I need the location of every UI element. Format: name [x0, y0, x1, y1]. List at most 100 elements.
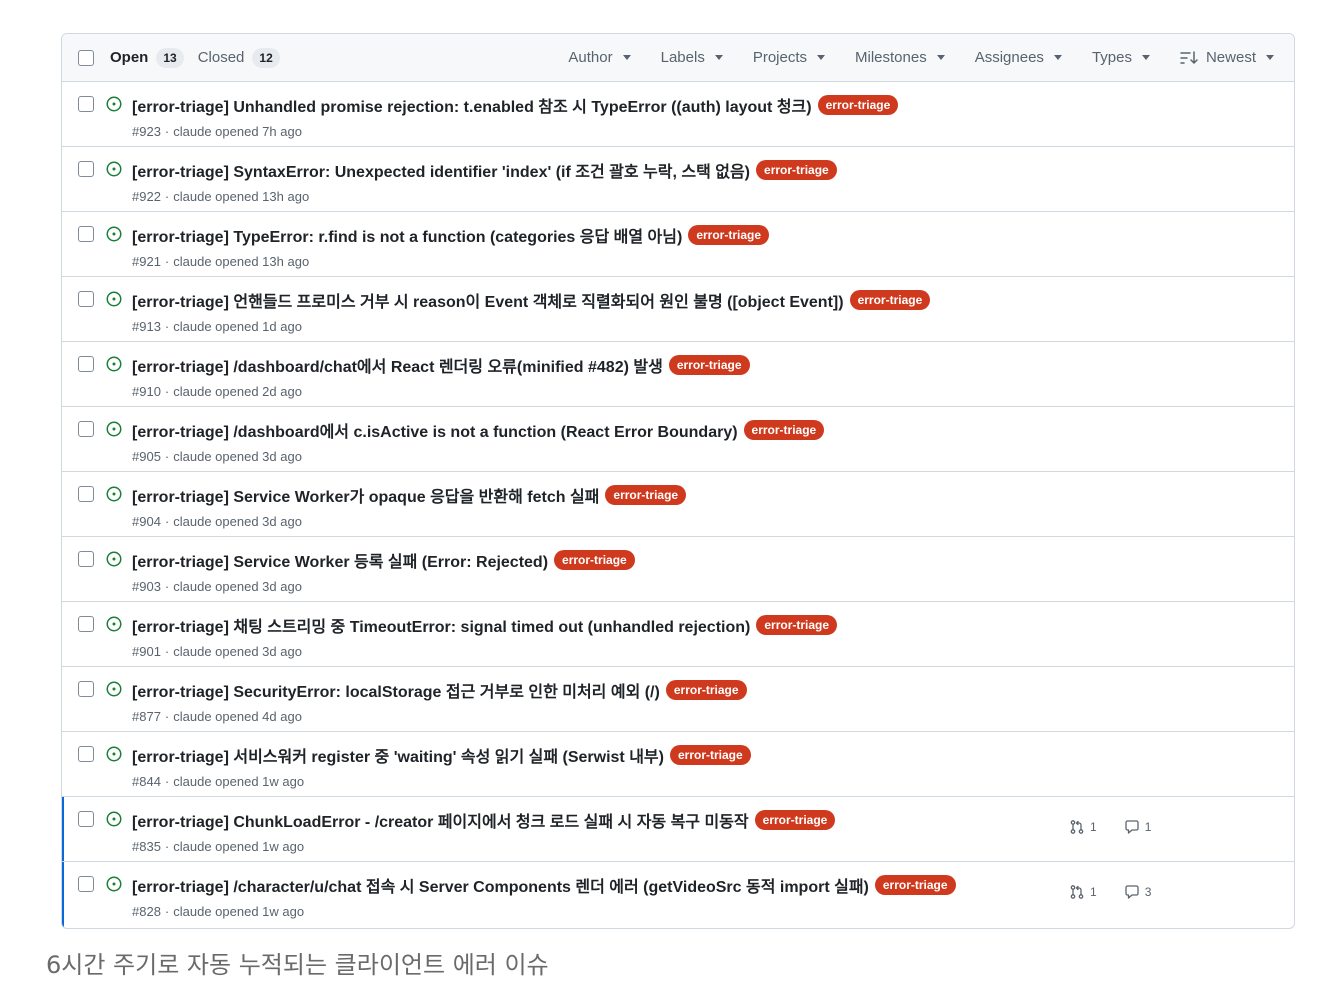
filter-labels[interactable]: Labels — [661, 49, 723, 66]
open-label: Open — [110, 49, 149, 66]
issue-row: [error-triage] Service Worker 등록 실패 (Err… — [62, 537, 1294, 602]
issue-title-link[interactable]: [error-triage] Service Worker가 opaque 응답… — [132, 483, 599, 507]
filter-assignees[interactable]: Assignees — [975, 49, 1062, 66]
issue-body: [error-triage] Unhandled promise rejecti… — [132, 93, 899, 139]
issue-title-link[interactable]: [error-triage] SyntaxError: Unexpected i… — [132, 158, 750, 182]
filter-projects-label: Projects — [752, 49, 808, 66]
issue-checkbox[interactable] — [78, 226, 94, 242]
error-triage-label[interactable]: error-triage — [754, 810, 836, 830]
filter-author[interactable]: Author — [568, 49, 631, 66]
issue-title-link[interactable]: [error-triage] ChunkLoadError - /creator… — [132, 808, 749, 832]
issue-title-link[interactable]: [error-triage] /dashboard에서 c.isActive i… — [132, 418, 738, 442]
error-triage-label[interactable]: error-triage — [554, 550, 635, 570]
meta-separator: · — [164, 839, 170, 854]
filter-assignees-label: Assignees — [974, 49, 1044, 66]
issue-checkbox[interactable] — [78, 616, 94, 632]
issue-title-line: [error-triage] /dashboard/chat에서 React 렌… — [132, 353, 750, 377]
issue-checkbox[interactable] — [78, 356, 94, 372]
issue-body: [error-triage] ChunkLoadError - /creator… — [132, 808, 836, 854]
filter-bar: Author Labels Projects Milestones Assign… — [538, 49, 1274, 66]
meta-separator: · — [164, 124, 170, 139]
closed-count-badge: 12 — [252, 47, 280, 68]
issue-opened-icon — [106, 876, 122, 892]
error-triage-label[interactable]: error-triage — [669, 745, 751, 765]
issue-opened-by: claude opened 3d ago — [173, 579, 302, 594]
filter-milestones[interactable]: Milestones — [855, 49, 945, 66]
issue-title-link[interactable]: [error-triage] Unhandled promise rejecti… — [132, 93, 812, 117]
issue-opened-icon — [106, 811, 122, 827]
issue-number: #905 — [132, 449, 161, 464]
figure-caption: 6시간 주기로 자동 누적되는 클라이언트 에러 이슈 — [46, 951, 549, 979]
issue-checkbox[interactable] — [78, 291, 94, 307]
error-triage-label[interactable]: error-triage — [688, 225, 769, 245]
issue-checkbox[interactable] — [78, 746, 94, 762]
issue-body: [error-triage] TypeError: r.find is not … — [132, 223, 769, 269]
issue-number: #901 — [132, 644, 161, 659]
open-issues-tab[interactable]: Open 13 — [110, 47, 184, 68]
meta-separator: · — [164, 709, 170, 724]
issue-title-line: [error-triage] /dashboard에서 c.isActive i… — [132, 418, 825, 442]
issue-title-link[interactable]: [error-triage] TypeError: r.find is not … — [132, 223, 682, 247]
chevron-down-icon — [1141, 55, 1150, 60]
issue-title-link[interactable]: [error-triage] Service Worker 등록 실패 (Err… — [132, 548, 548, 572]
issue-checkbox[interactable] — [78, 486, 94, 502]
linked-pr-link[interactable]: 1 — [1069, 884, 1097, 900]
filter-milestones-label: Milestones — [855, 49, 927, 66]
linked-pr-link[interactable]: 1 — [1069, 819, 1097, 835]
issue-meta: #835 · claude opened 1w ago — [132, 839, 835, 854]
chevron-down-icon — [622, 55, 631, 60]
select-all-checkbox[interactable] — [78, 49, 94, 66]
filter-types[interactable]: Types — [1092, 49, 1150, 66]
error-triage-label[interactable]: error-triage — [665, 680, 747, 700]
issue-checkbox[interactable] — [78, 681, 94, 697]
issue-title-link[interactable]: [error-triage] /character/u/chat 접속 시 Se… — [132, 873, 869, 897]
issue-title-line: [error-triage] SecurityError: localStora… — [132, 678, 747, 702]
chevron-down-icon — [817, 55, 826, 60]
issue-checkbox[interactable] — [78, 421, 94, 437]
error-triage-label[interactable]: error-triage — [668, 355, 750, 375]
issue-title-line: [error-triage] ChunkLoadError - /creator… — [132, 808, 836, 832]
issue-checkbox[interactable] — [78, 811, 94, 827]
issue-row: [error-triage] ChunkLoadError - /creator… — [62, 797, 1294, 862]
error-triage-label[interactable]: error-triage — [874, 875, 956, 895]
issue-body: [error-triage] 서비스워커 register 중 'waiting… — [132, 743, 751, 789]
error-triage-label[interactable]: error-triage — [743, 420, 825, 440]
issue-body: [error-triage] /character/u/chat 접속 시 Se… — [132, 873, 956, 919]
issue-number: #913 — [132, 319, 161, 334]
issue-title-link[interactable]: [error-triage] 서비스워커 register 중 'waiting… — [132, 743, 664, 767]
issue-checkbox[interactable] — [78, 161, 94, 177]
closed-issues-tab[interactable]: Closed 12 — [197, 47, 280, 68]
linked-pr-count: 1 — [1090, 820, 1097, 834]
issue-title-link[interactable]: [error-triage] SecurityError: localStora… — [132, 678, 660, 702]
error-triage-label[interactable]: error-triage — [756, 160, 837, 180]
filter-projects[interactable]: Projects — [752, 49, 826, 66]
issue-meta: #921 · claude opened 13h ago — [132, 254, 769, 269]
comments-link[interactable]: 3 — [1124, 884, 1151, 900]
issue-meta: #922 · claude opened 13h ago — [132, 189, 837, 204]
issue-title-link[interactable]: [error-triage] 채팅 스트리밍 중 TimeoutError: s… — [132, 613, 750, 637]
issue-title-line: [error-triage] /character/u/chat 접속 시 Se… — [132, 873, 956, 897]
issue-rows: [error-triage] Unhandled promise rejecti… — [62, 82, 1294, 927]
issue-meta: #910 · claude opened 2d ago — [132, 384, 750, 399]
comment-icon — [1125, 820, 1139, 834]
issue-title-line: [error-triage] SyntaxError: Unexpected i… — [132, 158, 837, 182]
pull-request-icon — [1070, 820, 1084, 834]
error-triage-label[interactable]: error-triage — [605, 485, 687, 505]
issue-title-line: [error-triage] Service Worker 등록 실패 (Err… — [132, 548, 635, 572]
issue-title-link[interactable]: [error-triage] 언핸들드 프로미스 거부 시 reason이 Ev… — [132, 288, 844, 312]
error-triage-label[interactable]: error-triage — [849, 290, 931, 310]
sort-newest[interactable]: Newest — [1180, 49, 1274, 66]
issue-title-link[interactable]: [error-triage] /dashboard/chat에서 React 렌… — [132, 353, 663, 377]
error-triage-label[interactable]: error-triage — [817, 95, 899, 115]
issue-opened-by: claude opened 3d ago — [173, 644, 302, 659]
error-triage-label[interactable]: error-triage — [756, 615, 838, 635]
issue-checkbox[interactable] — [78, 96, 94, 112]
issue-number: #844 — [132, 774, 161, 789]
sort-label: Newest — [1205, 49, 1256, 66]
chevron-down-icon — [936, 55, 945, 60]
issue-checkbox[interactable] — [78, 551, 94, 567]
closed-label: Closed — [197, 49, 245, 66]
comments-link[interactable]: 1 — [1124, 819, 1151, 835]
issue-checkbox[interactable] — [78, 876, 94, 892]
issue-row: [error-triage] SyntaxError: Unexpected i… — [62, 147, 1294, 212]
